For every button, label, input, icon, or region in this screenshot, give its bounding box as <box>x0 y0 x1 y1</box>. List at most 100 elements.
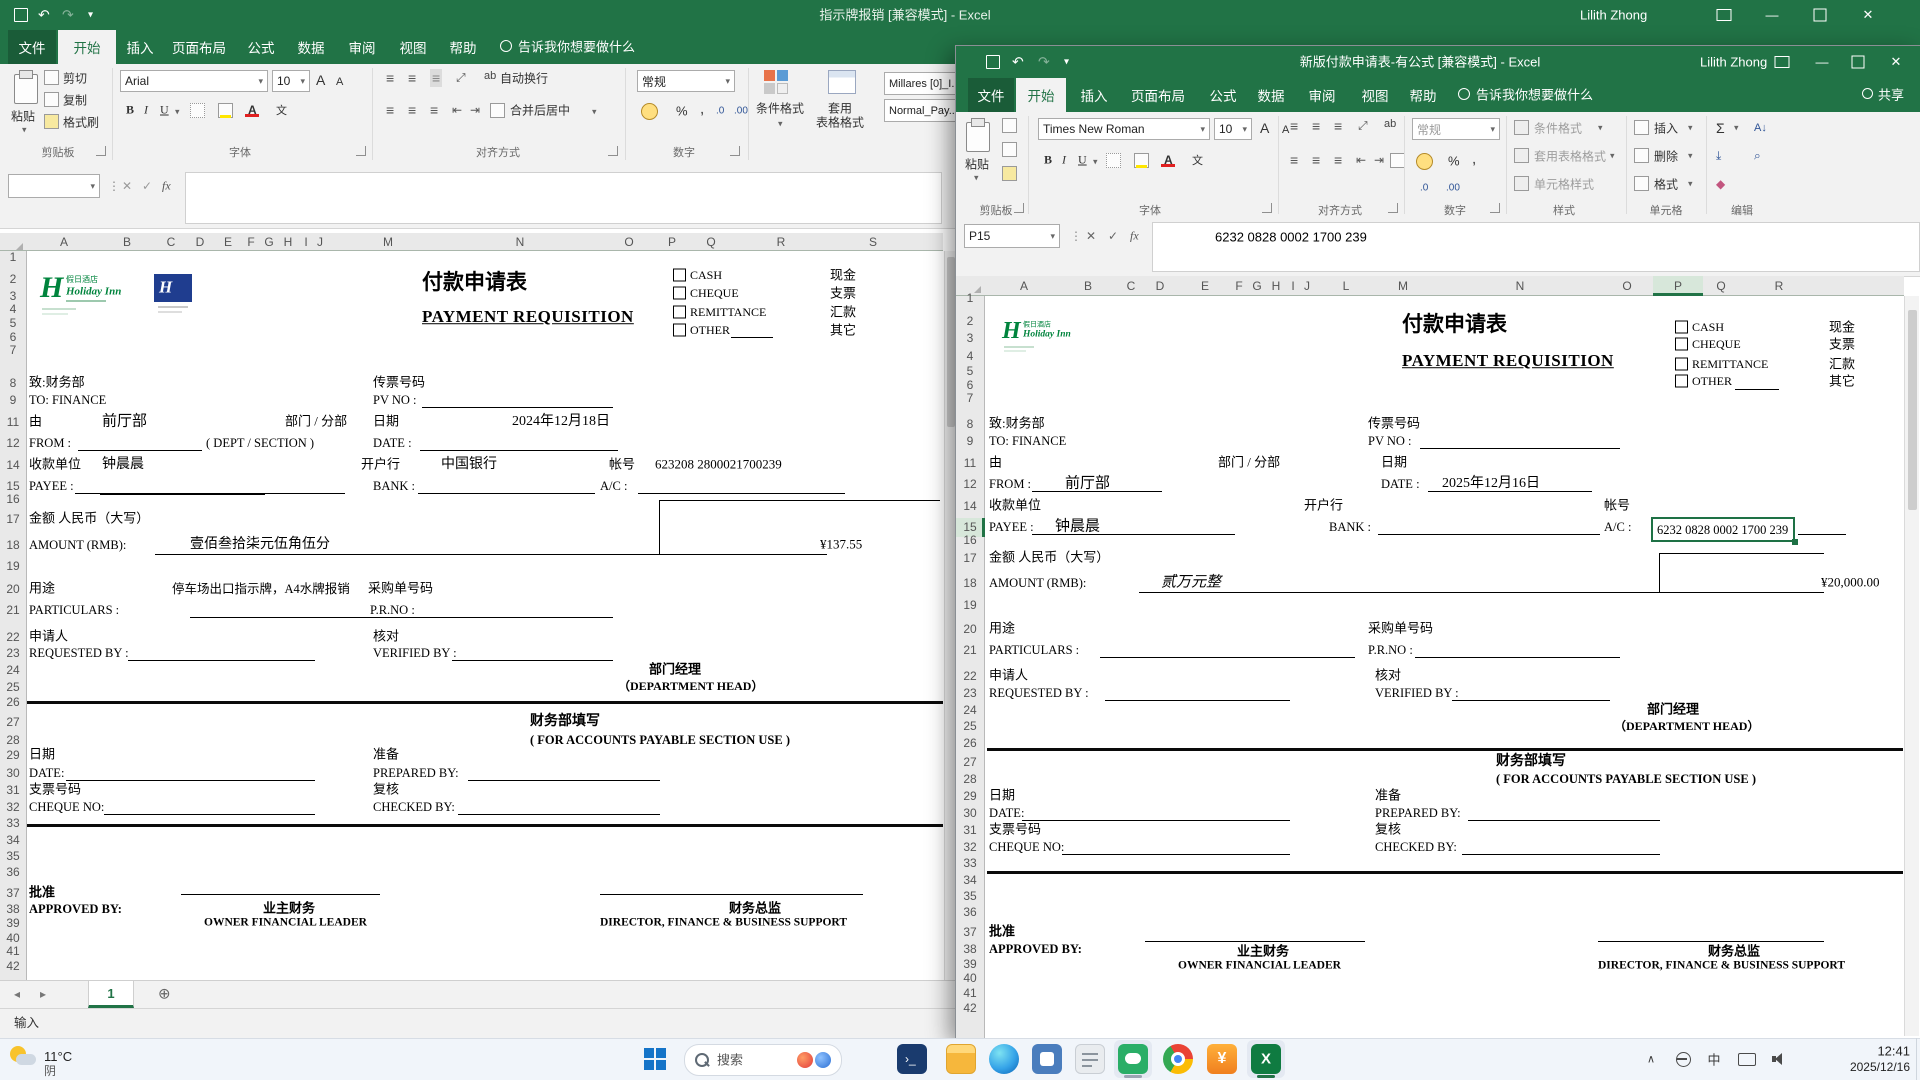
tab-file[interactable]: 文件 <box>8 30 56 64</box>
amount-words[interactable]: 壹佰叁拾柒元伍角伍分 <box>190 537 330 553</box>
other-checkbox[interactable] <box>673 323 686 337</box>
format-painter-button[interactable]: 格式刷 <box>63 114 99 131</box>
tab-insert[interactable]: 插入 <box>120 30 160 64</box>
tab-home[interactable]: 开始 <box>1016 78 1066 112</box>
ribbon-display-options-icon[interactable] <box>1716 9 1732 21</box>
number-format-dropdown-icon[interactable]: ▾ <box>1490 124 1495 135</box>
tab-help[interactable]: 帮助 <box>442 30 484 64</box>
conditional-formatting-dropdown-icon[interactable]: ▾ <box>1598 123 1603 134</box>
tab-insert[interactable]: 插入 <box>1074 78 1114 112</box>
orientation-icon[interactable]: ⤢ <box>1358 119 1368 134</box>
name-box-splitter-icon[interactable]: ⋮ <box>1070 229 1082 243</box>
selected-cell-p15[interactable]: 6232 0828 0002 1700 239 <box>1651 517 1795 542</box>
font-name-box[interactable]: Arial ▾ <box>120 70 268 92</box>
conditional-formatting-button[interactable]: 条件格式 <box>756 100 804 117</box>
decrease-font-icon[interactable]: A <box>1282 124 1289 136</box>
pv-no-line[interactable] <box>422 407 613 408</box>
network-icon[interactable] <box>1676 1052 1691 1067</box>
decrease-decimal-button[interactable]: .00 <box>1446 183 1460 194</box>
enter-formula-icon[interactable]: ✓ <box>142 179 152 193</box>
remote-app-icon[interactable]: ›_ <box>897 1044 927 1074</box>
checked-line[interactable] <box>458 814 660 815</box>
particulars-line[interactable] <box>1100 657 1355 658</box>
increase-font-icon[interactable]: A <box>1260 120 1269 136</box>
insert-cells-dropdown-icon[interactable]: ▾ <box>1688 123 1693 134</box>
search-highlight-icon-1[interactable] <box>797 1052 813 1068</box>
format-painter-icon[interactable] <box>1002 166 1017 181</box>
ribbon-display-options-icon[interactable] <box>1774 56 1790 68</box>
sheet-prev-icon[interactable]: ◂ <box>14 988 20 1000</box>
copy-icon[interactable] <box>44 92 59 107</box>
wrap-text-button[interactable]: 自动换行 <box>500 70 548 87</box>
checked-line[interactable] <box>1462 854 1660 855</box>
prno-line[interactable] <box>1415 657 1620 658</box>
tab-data[interactable]: 数据 <box>290 30 332 64</box>
merge-center-button[interactable]: 合并后居中 <box>510 102 570 119</box>
wrap-text-icon[interactable]: ab <box>1384 118 1396 130</box>
autosum-dropdown-icon[interactable]: ▾ <box>1734 123 1739 134</box>
tab-view[interactable]: 视图 <box>1354 78 1396 112</box>
from-value[interactable]: 前厅部 <box>102 413 147 430</box>
autosum-button[interactable]: Σ <box>1716 120 1725 136</box>
amount-value[interactable]: ¥137.55 <box>820 537 862 553</box>
bank-line[interactable] <box>418 493 595 494</box>
underline-dropdown-icon[interactable]: ▾ <box>1093 157 1098 168</box>
payee-line[interactable] <box>1032 534 1235 535</box>
fill-color-icon[interactable] <box>218 103 233 118</box>
font-dialog-launcher[interactable] <box>1262 203 1272 213</box>
align-bottom-icon[interactable]: ≡ <box>430 69 443 87</box>
align-bottom-icon[interactable]: ≡ <box>1334 118 1342 134</box>
save-icon[interactable] <box>14 8 28 22</box>
minimize-button[interactable]: — <box>1766 8 1779 23</box>
format-cells-button[interactable]: 格式 <box>1654 176 1678 193</box>
font-dialog-launcher[interactable] <box>356 146 366 156</box>
cheque-checkbox[interactable] <box>673 286 686 300</box>
left-vertical-scrollbar[interactable] <box>944 251 956 980</box>
accounting-format-icon[interactable] <box>641 103 658 120</box>
underline-button[interactable]: U <box>160 103 169 118</box>
green-app-icon[interactable] <box>1118 1044 1148 1074</box>
number-format-box[interactable]: 常规 ▾ <box>1412 118 1500 140</box>
align-middle-icon[interactable]: ≡ <box>408 70 416 86</box>
from-line[interactable] <box>78 450 202 451</box>
font-name-dropdown-icon[interactable]: ▾ <box>1200 124 1205 135</box>
underline-dropdown-icon[interactable]: ▾ <box>175 107 180 118</box>
borders-icon[interactable] <box>1106 153 1121 168</box>
format-painter-icon[interactable] <box>44 114 59 129</box>
left-name-box-dropdown-icon[interactable]: ▾ <box>90 181 95 192</box>
cell-style-normal-pay[interactable]: Normal_Pay... <box>884 99 966 122</box>
tab-page-layout[interactable]: 页面布局 <box>164 30 234 64</box>
paste-dropdown-icon[interactable]: ▾ <box>22 125 27 136</box>
date-value[interactable]: 2025年12月16日 <box>1442 476 1540 492</box>
tab-review[interactable]: 审阅 <box>1300 78 1344 112</box>
tab-home[interactable]: 开始 <box>58 30 116 64</box>
search-box[interactable]: 搜索 <box>684 1044 842 1076</box>
decrease-indent-icon[interactable]: ⇤ <box>452 103 462 117</box>
left-name-box[interactable]: ▾ <box>8 174 100 198</box>
grey-app-icon[interactable] <box>1075 1044 1105 1074</box>
cut-icon[interactable] <box>44 70 59 85</box>
percent-style-button[interactable]: % <box>1448 154 1460 169</box>
cash-checkbox[interactable] <box>1675 320 1688 334</box>
close-button[interactable]: ✕ <box>1891 54 1902 70</box>
copy-button[interactable]: 复制 <box>63 92 87 109</box>
fill-handle[interactable] <box>1792 539 1798 545</box>
accounting-format-icon[interactable] <box>1416 153 1433 170</box>
prno-line[interactable] <box>416 617 613 618</box>
amount-value[interactable]: ¥20,000.00 <box>1821 575 1880 591</box>
left-column-headers[interactable] <box>0 233 943 251</box>
font-size-dropdown-icon[interactable]: ▾ <box>1242 124 1247 135</box>
merge-center-icon[interactable] <box>1390 153 1405 168</box>
format-as-table-dropdown-icon[interactable]: ▾ <box>1610 151 1615 162</box>
paste-dropdown-icon[interactable]: ▾ <box>974 173 979 184</box>
tab-data[interactable]: 数据 <box>1250 78 1292 112</box>
number-dialog-launcher[interactable] <box>1490 203 1500 213</box>
date-value[interactable]: 2024年12月18日 <box>512 414 610 430</box>
new-sheet-icon[interactable]: ⊕ <box>158 987 171 1002</box>
name-box-splitter-icon[interactable]: ⋮ <box>108 179 120 193</box>
cheque-no-line[interactable] <box>104 814 315 815</box>
bold-button[interactable]: B <box>1044 153 1052 168</box>
align-center-icon[interactable]: ≡ <box>408 102 416 118</box>
tell-me-box[interactable]: 告诉我你想要做什么 <box>1476 89 1593 102</box>
payee-value[interactable]: 钟晨晨 <box>102 457 144 473</box>
